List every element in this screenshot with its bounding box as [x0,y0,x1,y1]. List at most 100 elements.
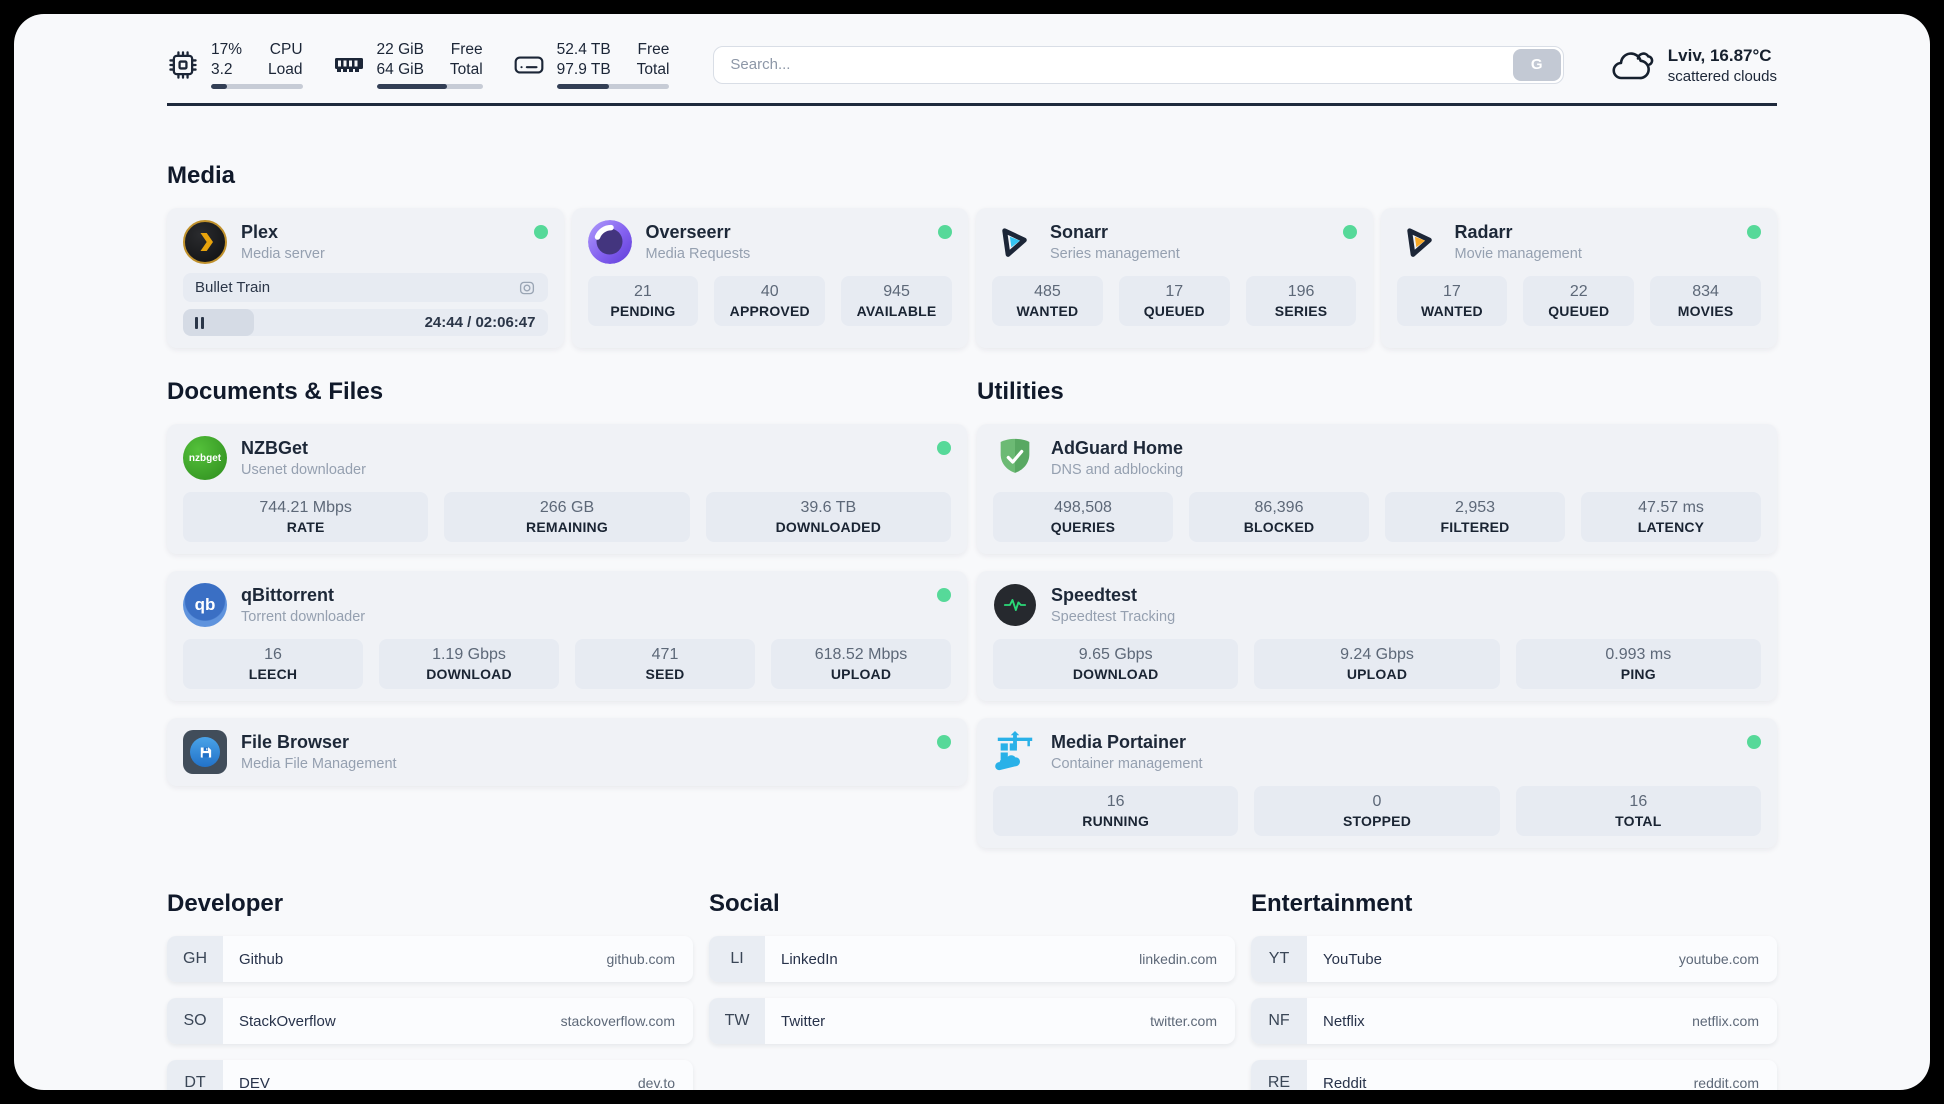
stat-downloaded: 39.6 TB DOWNLOADED [705,492,951,542]
dashboard-page: 17% CPU 3.2 Load 22 GiB Free 64 GiB Tota… [14,14,1930,1090]
cpu-usage-label: CPU [269,41,303,58]
ram-progress-fill [376,84,447,89]
portainer-icon [993,730,1037,774]
app-card-qbittorrent[interactable]: qb qBittorrent Torrent downloader 16 LEEC… [167,571,967,701]
bookmark-github[interactable]: GH Github github.com [167,936,693,982]
app-card-radarr[interactable]: Radarr Movie management 17 WANTED 22 QUEUE… [1380,208,1777,348]
stat-series: 196 SERIES [1245,276,1357,326]
app-name-sonarr: Sonarr [1050,222,1109,242]
app-card-plex[interactable]: Plex Media server Bullet Train 24:44 / 0 [167,208,564,348]
bookmark-url: reddit.com [1693,1075,1759,1090]
bookmark-name: StackOverflow [239,1012,336,1030]
playback-progress-fill [183,309,255,336]
bookmark-youtube[interactable]: YT YouTube youtube.com [1251,936,1777,982]
app-name-radarr: Radarr [1454,222,1513,242]
app-desc-sonarr: Series management [1050,246,1180,262]
disk-icon [514,55,544,74]
bookmark-name: LinkedIn [781,950,838,968]
app-desc-speedtest: Speedtest Tracking [1051,609,1176,625]
ram-monitor: 22 GiB Free 64 GiB Total [333,40,483,89]
app-name-overseerr: Overseerr [645,222,731,242]
app-name-speedtest: Speedtest [1051,585,1138,605]
status-dot-online [533,225,548,239]
bookmark-url: twitter.com [1150,1013,1217,1029]
stat-total: 16 TOTAL [1515,786,1761,836]
bookmark-url: netflix.com [1692,1013,1759,1029]
bookmark-name: Reddit [1323,1074,1367,1091]
app-card-adguard[interactable]: AdGuard Home DNS and adblocking 498,508 Q… [977,424,1777,554]
overseerr-icon [587,220,632,264]
bookmark-name: DEV [239,1074,270,1091]
ram-free-value: 22 GiB [376,41,424,58]
stat-queued: 22 QUEUED [1523,276,1635,326]
nzbget-icon: nzbget [183,436,227,480]
app-name-plex: Plex [241,222,279,242]
header-divider [167,103,1777,106]
section-title-documents: Documents & Files [167,378,384,405]
app-card-nzbget[interactable]: nzbget NZBGet Usenet downloader 744.21 M… [167,424,967,554]
search-input[interactable] [713,45,1564,84]
bookmark-url: github.com [606,951,675,967]
cpu-icon [169,50,197,79]
bookmark-name: Github [239,950,284,968]
search-engine-button[interactable]: G [1512,48,1561,81]
disk-progress-fill [556,84,609,89]
bookmark-url: youtube.com [1678,951,1759,967]
bookmark-reddit[interactable]: RE Reddit reddit.com [1251,1060,1777,1090]
disk-progress-track [556,84,670,89]
weather-condition: scattered clouds [1667,67,1777,85]
app-card-overseerr[interactable]: Overseerr Media Requests 21 PENDING 40 APP… [571,208,968,348]
sonarr-icon [992,220,1036,264]
adguard-icon [993,436,1037,480]
bookmark-dev[interactable]: DT DEV dev.to [167,1060,693,1090]
section-title-entertainment: Entertainment [1251,890,1413,917]
playback-progress-bar[interactable]: 24:44 / 02:06:47 [183,309,548,336]
weather-widget[interactable]: Lviv, 16.87°C scattered clouds [1608,42,1777,88]
bookmark-abbr: YT [1251,936,1307,982]
app-name-nzbget: NZBGet [241,438,308,458]
now-playing-row: Bullet Train [183,273,548,302]
stat-pending: 21 PENDING [587,276,699,326]
bookmark-linkedin[interactable]: LI LinkedIn linkedin.com [709,936,1235,982]
bookmark-url: linkedin.com [1139,951,1217,967]
stat-rate: 744.21 Mbps RATE [183,492,429,542]
status-dot-online [1342,225,1357,239]
ram-free-label: Free [450,41,483,58]
bookmark-netflix[interactable]: NF Netflix netflix.com [1251,998,1777,1044]
app-card-sonarr[interactable]: Sonarr Series management 485 WANTED 17 QUE… [976,208,1373,348]
cpu-load-label: Load [268,61,303,78]
playback-time: 24:44 / 02:06:47 [424,314,536,331]
cpu-monitor: 17% CPU 3.2 Load [167,40,303,89]
bookmark-abbr: NF [1251,998,1307,1044]
stat-latency: 47.57 ms LATENCY [1581,492,1761,542]
app-name-filebrowser: File Browser [241,732,350,752]
scattered-clouds-icon [1612,51,1654,79]
stat-download: 1.19 Gbps DOWNLOAD [379,639,559,689]
bookmark-abbr: DT [167,1060,223,1090]
app-name-qbittorrent: qBittorrent [241,585,334,605]
bookmark-abbr: TW [709,998,765,1044]
stat-available: 945 AVAILABLE [841,276,952,326]
stat-remaining: 266 GB REMAINING [444,492,690,542]
filebrowser-icon [183,730,227,774]
app-card-speedtest[interactable]: Speedtest Speedtest Tracking 9.65 Gbps DO… [977,571,1777,701]
bookmark-abbr: LI [709,936,765,982]
bookmark-stackoverflow[interactable]: SO StackOverflow stackoverflow.com [167,998,693,1044]
app-desc-radarr: Movie management [1454,246,1582,262]
app-desc-qbittorrent: Torrent downloader [241,609,366,625]
status-dot-online [1747,735,1761,749]
stat-upload: 9.24 Gbps UPLOAD [1254,639,1500,689]
section-title-media: Media [167,162,236,189]
now-playing-title: Bullet Train [195,279,271,296]
app-desc-portainer: Container management [1051,756,1203,772]
app-desc-nzbget: Usenet downloader [241,462,366,478]
app-desc-overseerr: Media Requests [645,246,751,262]
stat-filtered: 2,953 FILTERED [1385,492,1565,542]
stat-stopped: 0 STOPPED [1254,786,1500,836]
weather-location-temp: Lviv, 16.87°C [1667,45,1772,65]
app-card-filebrowser[interactable]: File Browser Media File Management [167,718,967,786]
status-dot-online [938,225,952,239]
app-card-portainer[interactable]: Media Portainer Container management 16 R… [977,718,1777,848]
bookmark-abbr: RE [1251,1060,1307,1090]
bookmark-twitter[interactable]: TW Twitter twitter.com [709,998,1235,1044]
